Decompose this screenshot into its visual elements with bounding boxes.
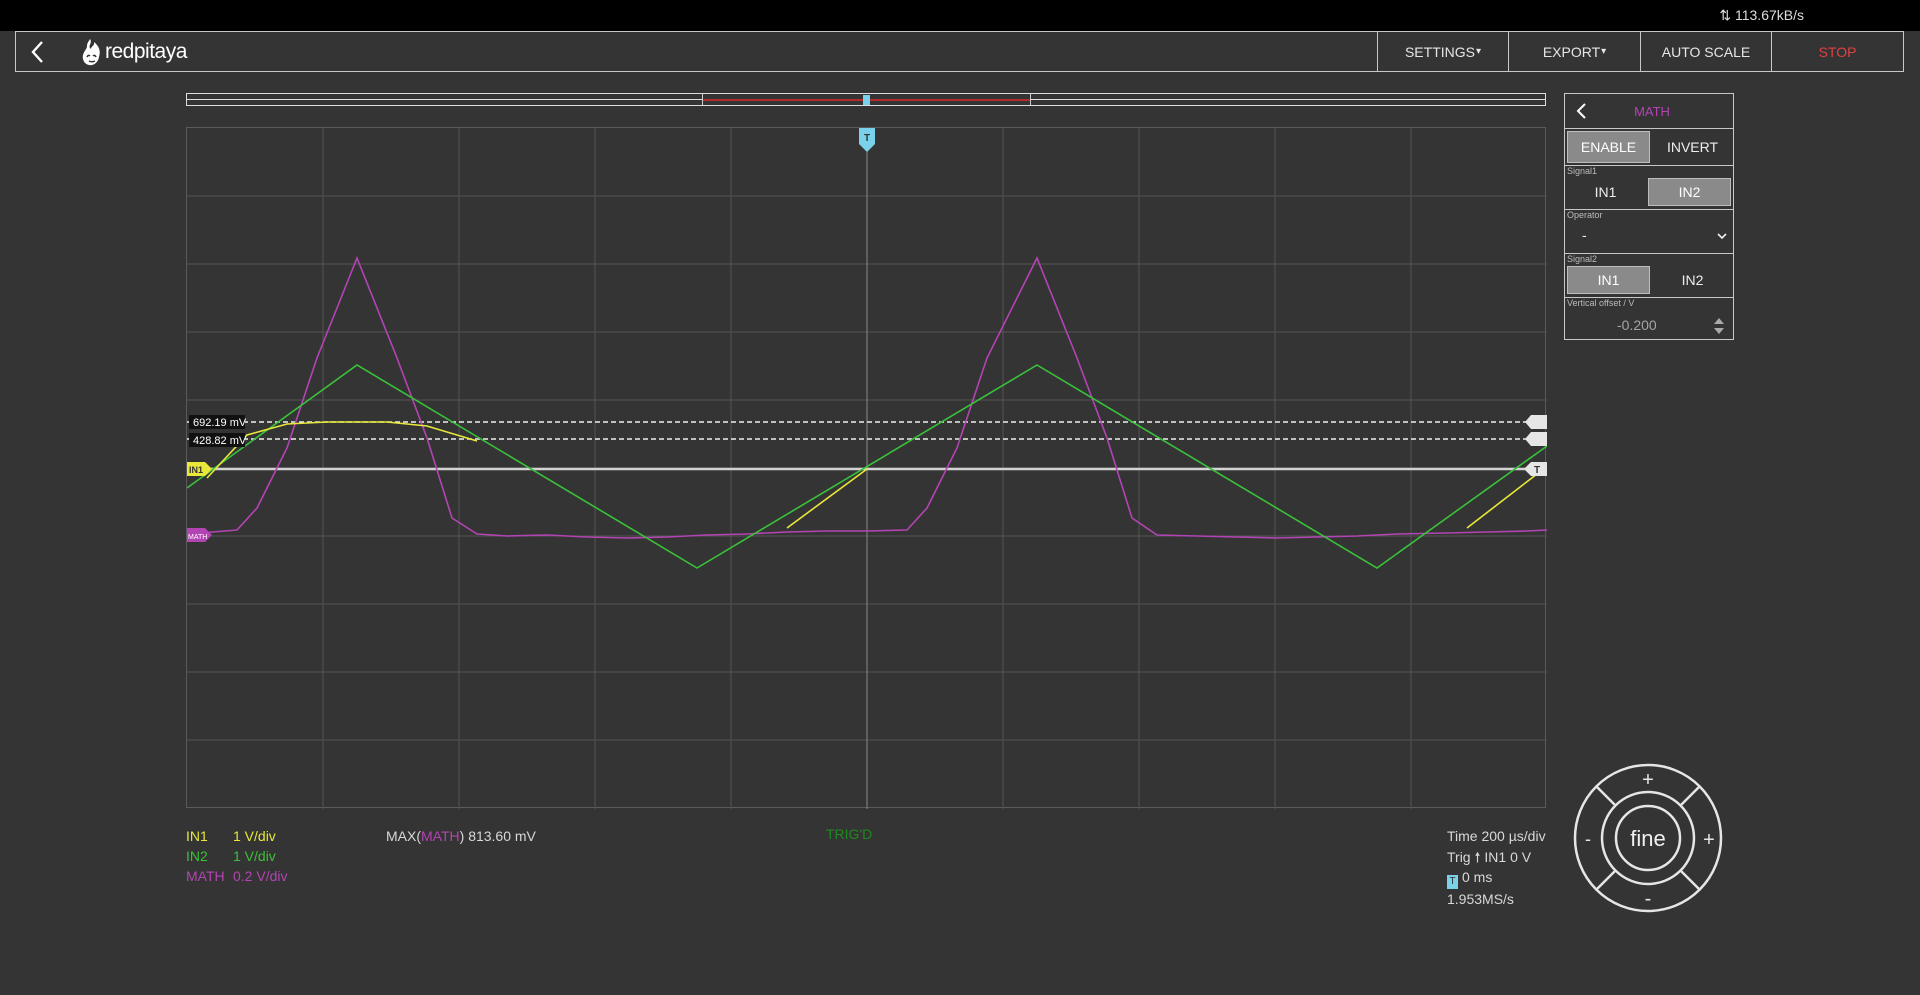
oscilloscope-plot[interactable]: T 692.19 mV 428.82 mV T IN1 MATH <box>186 127 1547 809</box>
caret-down-icon: ▾ <box>1601 46 1607 57</box>
auto-scale-button[interactable]: AUTO SCALE <box>1640 32 1771 71</box>
dpad-up-label: + <box>1642 769 1654 791</box>
trigger-marker-icon: T <box>1447 875 1458 889</box>
settings-label: SETTINGS <box>1404 43 1475 60</box>
operator-field: Operator - <box>1565 210 1733 254</box>
math-settings-panel: MATH ENABLE INVERT Signal1 IN1 IN2 Opera… <box>1564 93 1734 340</box>
cursor-label-1-text: 692.19 mV <box>193 417 247 429</box>
legend-in2-name: IN2 <box>186 848 208 864</box>
plot-canvas: T 692.19 mV 428.82 mV T IN1 MATH <box>187 128 1547 809</box>
caret-down-icon: ▾ <box>1475 46 1482 57</box>
time-offset: T 0 ms <box>1447 867 1546 889</box>
auto-scale-label: AUTO SCALE <box>1661 43 1751 60</box>
timebase-info: Time 200 µs/div Trig 🠕 IN1 0 V T 0 ms 1.9… <box>1447 826 1546 910</box>
cursor-label-2: 428.82 mV <box>189 433 247 447</box>
cursor-label-1: 692.19 mV <box>189 415 247 429</box>
time-per-div: Time 200 µs/div <box>1447 828 1546 844</box>
legend-math: MATH 0.2 V/div <box>186 866 287 886</box>
trigger-info: Trig 🠕 IN1 0 V <box>1447 847 1546 868</box>
trig-status: TRIG'D <box>826 826 873 842</box>
measure-value: 813.60 mV <box>468 828 536 844</box>
signal1-option-in2[interactable]: IN2 <box>1648 178 1731 206</box>
in1-offset-marker-label: IN1 <box>189 465 203 475</box>
buffer-scrollbar[interactable] <box>186 93 1546 106</box>
signal1-option-in1[interactable]: IN1 <box>1565 176 1646 208</box>
rising-edge-icon: 🠕 <box>1474 848 1481 865</box>
sample-rate: 1.953MS/s <box>1447 891 1514 907</box>
dpad-right-label: + <box>1703 829 1715 851</box>
cursor-handle-1[interactable] <box>1525 415 1547 429</box>
cursor-handle-2[interactable] <box>1525 432 1547 446</box>
data-rate: ⇅ 113.67kB/s <box>1719 7 1804 24</box>
math-offset-marker-label: MATH <box>188 534 207 541</box>
math-offset-marker[interactable]: MATH <box>187 528 212 542</box>
operator-select[interactable]: - <box>1565 222 1733 252</box>
time-offset-value: 0 ms <box>1462 869 1493 885</box>
signal2-option-in2[interactable]: IN2 <box>1652 264 1733 296</box>
math-panel-title: MATH <box>1634 104 1670 119</box>
trigger-level-handle-label: T <box>1534 465 1540 476</box>
measure-func-suffix: ) <box>459 828 465 844</box>
status-bar: ⇅ 113.67kB/s <box>0 0 1920 31</box>
in1-waveform-rise-2 <box>1466 473 1538 529</box>
signal1-field: Signal1 IN1 IN2 <box>1565 166 1733 210</box>
signal2-option-in1[interactable]: IN1 <box>1567 266 1650 294</box>
nav-menu: SETTINGS ▾ EXPORT ▾ AUTO SCALE STOP <box>1377 32 1903 71</box>
chevron-down-icon <box>1717 233 1727 240</box>
measurement-readout: MAX(MATH) 813.60 mV <box>386 826 536 846</box>
header-nav: redpitaya SETTINGS ▾ EXPORT ▾ AUTO SCALE S… <box>15 31 1904 72</box>
operator-value: - <box>1582 227 1587 243</box>
brand-logo[interactable]: redpitaya <box>81 37 187 67</box>
trigger-position-label: T <box>864 133 870 144</box>
settings-menu-button[interactable]: SETTINGS ▾ <box>1377 32 1508 71</box>
legend-in2-scale: 1 V/div <box>233 848 276 864</box>
stop-button[interactable]: STOP <box>1771 32 1903 71</box>
signal1-selector: IN1 IN2 <box>1565 176 1733 208</box>
spin-arrows-icon[interactable] <box>1713 317 1725 335</box>
channel-legend: IN1 1 V/div IN2 1 V/div MATH 0.2 V/div <box>186 826 287 886</box>
operator-label: Operator <box>1567 210 1603 220</box>
trigger-position-marker[interactable]: T <box>859 128 875 152</box>
data-rate-value: 113.67kB/s <box>1734 7 1804 23</box>
fine-adjust-dpad: + - - + fine <box>1573 763 1723 913</box>
legend-in1-name: IN1 <box>186 828 208 844</box>
signal2-selector: IN1 IN2 <box>1565 264 1733 296</box>
trigger-level-handle[interactable]: T <box>1524 462 1547 476</box>
enable-button[interactable]: ENABLE <box>1567 131 1650 163</box>
signal2-field: Signal2 IN1 IN2 <box>1565 254 1733 298</box>
redpitaya-logo-icon <box>82 39 100 66</box>
in1-waveform-rise <box>786 468 868 529</box>
legend-in1-scale: 1 V/div <box>233 828 276 844</box>
fine-button[interactable]: fine <box>1630 826 1665 851</box>
measure-func-channel: MATH <box>421 828 460 844</box>
upload-download-icon: ⇅ <box>1719 7 1732 23</box>
legend-math-scale: 0.2 V/div <box>233 868 288 884</box>
export-label: EXPORT <box>1542 43 1601 60</box>
vertical-offset-label: Vertical offset / V <box>1567 298 1635 308</box>
signal1-label: Signal1 <box>1567 166 1598 176</box>
math-enable-row: ENABLE INVERT <box>1565 129 1733 166</box>
brand-name: redpitaya <box>105 40 187 63</box>
export-menu-button[interactable]: EXPORT ▾ <box>1508 32 1640 71</box>
buffer-trigger-handle[interactable] <box>863 95 870 105</box>
vertical-offset-input[interactable]: -0.200 <box>1565 310 1733 340</box>
invert-button[interactable]: INVERT <box>1652 129 1733 165</box>
in1-offset-marker[interactable]: IN1 <box>187 462 212 476</box>
measure-func-prefix: MAX( <box>386 828 421 844</box>
dpad-down-label: - <box>1645 888 1652 910</box>
cursor-label-2-text: 428.82 mV <box>193 435 247 447</box>
legend-math-name: MATH <box>186 868 225 884</box>
signal2-label: Signal2 <box>1567 254 1598 264</box>
trigger-info-prefix: Trig <box>1447 848 1471 865</box>
stop-label: STOP <box>1818 43 1857 60</box>
legend-in1: IN1 1 V/div <box>186 826 287 846</box>
legend-in2: IN2 1 V/div <box>186 846 287 866</box>
vertical-offset-value: -0.200 <box>1617 317 1657 333</box>
back-icon[interactable] <box>26 39 50 65</box>
dpad-left-label: - <box>1585 829 1591 849</box>
vertical-offset-field: Vertical offset / V -0.200 <box>1565 298 1733 341</box>
trigger-source: IN1 0 V <box>1484 848 1532 865</box>
math-panel-header: MATH <box>1565 94 1733 129</box>
